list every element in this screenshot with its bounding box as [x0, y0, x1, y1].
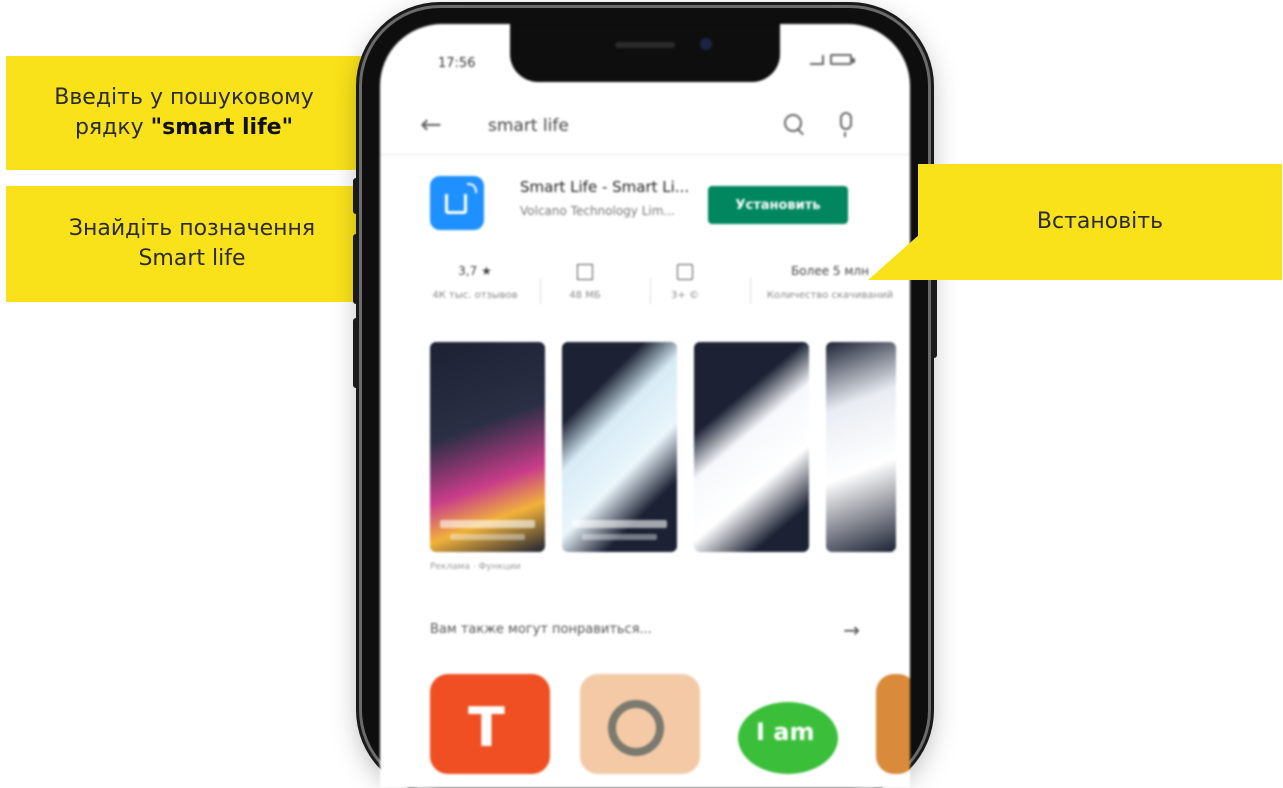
- stat-rating-label: 4К тыс. отзывов: [432, 290, 518, 301]
- side-button-mute: [353, 178, 359, 214]
- download-icon: [577, 264, 593, 280]
- callout-find-line2: Smart life: [138, 246, 246, 271]
- screenshot-2[interactable]: [562, 342, 677, 552]
- stat-size: 48 МБ: [530, 264, 640, 301]
- side-button-volume-up: [353, 234, 359, 304]
- stat-divider: [750, 278, 751, 304]
- also-like-heading[interactable]: Вам также могут понравиться...: [430, 622, 652, 637]
- callout-install-pointer: [868, 234, 920, 280]
- callout-find-app: Знайдіть позначення Smart life: [6, 186, 378, 302]
- phone-screen: 17:56 ← smart life Smart Life - Smart Li…: [380, 24, 910, 788]
- recommended-app-iam[interactable]: I am: [730, 674, 850, 774]
- app-developer: Volcano Technology Lim...: [520, 204, 675, 218]
- callout-search-line2: рядку "smart life": [75, 113, 293, 143]
- smart-life-app-icon[interactable]: [430, 176, 484, 230]
- app-result-row[interactable]: Smart Life - Smart Li... Volcano Technol…: [430, 174, 870, 240]
- signal-icon: [810, 54, 824, 65]
- stat-size-label: 48 МБ: [569, 290, 601, 301]
- battery-icon: [830, 54, 855, 65]
- stat-rating-value: 3,7 ★: [458, 264, 492, 278]
- screenshot-1[interactable]: [430, 342, 545, 552]
- recommended-app-tuya[interactable]: T: [430, 674, 550, 774]
- callout-search-line2-prefix: рядку: [74, 115, 151, 140]
- app-stats: 3,7 ★ 4К тыс. отзывов 48 МБ 3+ © Более 5…: [430, 264, 893, 324]
- callout-search-query: "smart life": [150, 115, 294, 140]
- wifi-icon: [467, 183, 477, 193]
- search-icon[interactable]: [784, 114, 802, 132]
- speaker-grille: [615, 42, 675, 48]
- search-bar: ← smart life: [380, 98, 910, 155]
- screenshots-note: Реклама · Функции: [430, 562, 521, 572]
- recommended-app-tuya-logo: T: [468, 696, 505, 759]
- stat-age-label: 3+ ©: [671, 290, 699, 301]
- search-input[interactable]: smart life: [488, 116, 569, 136]
- recommended-app-gear[interactable]: [580, 674, 700, 774]
- back-arrow-icon[interactable]: ←: [420, 112, 442, 138]
- phone-frame: 17:56 ← smart life Smart Life - Smart Li…: [353, 8, 937, 788]
- screenshot-3[interactable]: [694, 342, 809, 552]
- chat-bubble-icon: I am: [738, 702, 838, 774]
- house-icon: [445, 194, 467, 214]
- callout-search-instruction: Введіть у пошуковому рядку "smart life": [6, 56, 362, 170]
- gear-icon: [608, 700, 664, 756]
- callout-install-text: Встановіть: [1036, 209, 1164, 234]
- recommended-app-4[interactable]: [876, 674, 910, 774]
- callout-install: Встановіть: [918, 164, 1282, 280]
- age-rating-icon: [677, 264, 693, 280]
- install-button[interactable]: Установить: [708, 186, 848, 224]
- screenshot-4[interactable]: [826, 342, 896, 552]
- front-camera: [700, 38, 712, 50]
- stat-age: 3+ ©: [630, 264, 740, 301]
- side-button-volume-down: [353, 318, 359, 388]
- arrow-right-icon[interactable]: →: [843, 618, 860, 642]
- app-name[interactable]: Smart Life - Smart Li...: [520, 178, 689, 196]
- callout-search-line1: Введіть у пошуковому: [54, 85, 314, 110]
- stat-rating: 3,7 ★ 4К тыс. отзывов: [420, 264, 530, 301]
- status-icons: [810, 54, 855, 65]
- status-time: 17:56: [438, 56, 476, 71]
- notch: [510, 24, 780, 82]
- stat-downloads-label: Количество скачиваний: [766, 290, 894, 301]
- microphone-icon[interactable]: [840, 112, 852, 137]
- callout-find-line1: Знайдіть позначення: [68, 216, 316, 241]
